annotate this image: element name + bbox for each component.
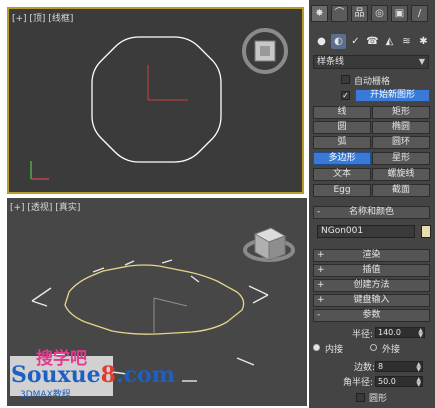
rollout-parameters-label: 参数 bbox=[362, 310, 381, 320]
corner-radius-label: 角半径: bbox=[343, 378, 374, 388]
start-new-shape-checkbox[interactable]: ✓ bbox=[341, 91, 350, 100]
motion-icon[interactable]: ◎ bbox=[371, 5, 388, 22]
object-type-ngon[interactable]: 多边形 bbox=[313, 152, 371, 165]
watermark-num: 8 bbox=[100, 362, 116, 388]
radius-spinner[interactable]: 140.0 ▲ ▼ bbox=[375, 327, 425, 339]
utilities-icon[interactable]: / bbox=[411, 5, 428, 22]
viewport-top[interactable]: [+] [顶] [线框] bbox=[7, 7, 304, 194]
rollout-rendering[interactable]: + 渲染 bbox=[313, 249, 430, 262]
sides-spinner[interactable]: 8 ▲ ▼ bbox=[375, 361, 423, 373]
circumscribed-radio[interactable] bbox=[370, 344, 377, 351]
object-type-donut[interactable]: 圆环 bbox=[372, 136, 430, 149]
name-color-title: 名称和颜色 bbox=[348, 207, 394, 217]
geometry-icon[interactable]: ● bbox=[314, 34, 329, 49]
object-type-rectangle[interactable]: 矩形 bbox=[372, 106, 430, 119]
systems-icon[interactable]: ✱ bbox=[416, 34, 431, 49]
start-new-shape-button[interactable]: 开始新图形 bbox=[355, 89, 430, 102]
spacewarps-icon[interactable]: ≋ bbox=[399, 34, 414, 49]
display-icon[interactable]: ▣ bbox=[391, 5, 408, 22]
name-color-rollout[interactable]: - 名称和颜色 bbox=[313, 206, 430, 219]
rollout-interpolation[interactable]: + 插值 bbox=[313, 264, 430, 277]
lights-icon[interactable]: ✓ bbox=[348, 34, 363, 49]
object-name-field[interactable]: NGon001 bbox=[317, 225, 415, 238]
shape-category-dropdown[interactable]: 样条线 ▼ bbox=[313, 55, 429, 69]
sides-label: 边数: bbox=[354, 363, 376, 373]
create-icon[interactable]: ✸ bbox=[311, 5, 328, 22]
rollout-creation-method[interactable]: + 创建方法 bbox=[313, 279, 430, 292]
watermark-prefix: Souxue bbox=[11, 362, 101, 388]
watermark-logo: 搜学吧 Souxue8.com 3DMAX教程 bbox=[6, 344, 175, 404]
viewport-top-canvas bbox=[30, 28, 288, 180]
rollout-creation-method-label: 创建方法 bbox=[353, 280, 390, 290]
watermark-sub: 3DMAX教程 bbox=[20, 390, 71, 400]
cameras-icon[interactable]: ☎ bbox=[365, 34, 380, 49]
corner-radius-value: 50.0 bbox=[378, 377, 396, 386]
object-type-ellipse[interactable]: 椭圆 bbox=[372, 121, 430, 134]
spinner-arrows-icon[interactable]: ▲ ▼ bbox=[416, 377, 421, 388]
autogrid-checkbox[interactable] bbox=[341, 75, 350, 84]
radius-value: 140.0 bbox=[378, 328, 401, 337]
dropdown-value: 样条线 bbox=[317, 57, 345, 67]
modify-icon[interactable]: ⌒ bbox=[331, 5, 348, 22]
expand-icon: + bbox=[317, 250, 325, 260]
shapes-icon[interactable]: ◐ bbox=[331, 34, 346, 49]
rollout-keyboard-entry[interactable]: + 键盘输入 bbox=[313, 294, 430, 307]
command-panel: ✸ ⌒ 品 ◎ ▣ / ● ◐ ✓ ☎ ◭ ≋ ✱ 样条线 ▼ 自动栅格 ✓ 开… bbox=[309, 0, 435, 408]
radius-label: 半径: bbox=[352, 330, 374, 340]
expand-icon: + bbox=[317, 280, 325, 290]
viewcube-top-icon bbox=[242, 28, 288, 74]
corner-radius-spinner[interactable]: 50.0 ▲ ▼ bbox=[375, 376, 423, 388]
chevron-down-icon: ▼ bbox=[418, 57, 425, 66]
max-window: [+] [顶] [线框] [+] [透视] [真实] ✸ ⌒ 品 ◎ ▣ / ●… bbox=[0, 0, 435, 408]
spinner-arrows-icon[interactable]: ▲ ▼ bbox=[416, 362, 421, 373]
object-type-section[interactable]: 截面 bbox=[372, 184, 430, 197]
object-type-circle[interactable]: 圆 bbox=[313, 121, 371, 134]
command-panel-tabs: ✸ ⌒ 品 ◎ ▣ / bbox=[309, 4, 435, 26]
hierarchy-icon[interactable]: 品 bbox=[351, 5, 368, 22]
collapse-icon: - bbox=[317, 207, 321, 217]
object-type-helix[interactable]: 螺旋线 bbox=[372, 168, 430, 181]
sides-value: 8 bbox=[378, 362, 384, 371]
rollout-interpolation-label: 插值 bbox=[362, 265, 381, 275]
object-type-line[interactable]: 线 bbox=[313, 106, 371, 119]
rollout-rendering-label: 渲染 bbox=[362, 250, 381, 260]
rollout-keyboard-entry-label: 键盘输入 bbox=[353, 295, 390, 305]
expand-icon: + bbox=[317, 265, 325, 275]
autogrid-label: 自动栅格 bbox=[354, 77, 391, 87]
object-type-text[interactable]: 文本 bbox=[313, 168, 371, 181]
inscribed-label: 内接 bbox=[325, 345, 344, 355]
inscribed-radio[interactable] bbox=[313, 344, 320, 351]
expand-icon: + bbox=[317, 295, 325, 305]
object-type-arc[interactable]: 弧 bbox=[313, 136, 371, 149]
helpers-icon[interactable]: ◭ bbox=[382, 34, 397, 49]
object-type-star[interactable]: 星形 bbox=[372, 152, 430, 165]
category-row: ● ◐ ✓ ☎ ◭ ≋ ✱ bbox=[309, 32, 435, 52]
viewcube-perspective-icon bbox=[243, 227, 295, 262]
object-type-egg[interactable]: Egg bbox=[313, 184, 371, 197]
circumscribed-label: 外接 bbox=[382, 345, 401, 355]
rollout-parameters[interactable]: - 参数 bbox=[313, 309, 430, 322]
watermark-main: Souxue8.com bbox=[11, 362, 175, 388]
collapse-icon: - bbox=[317, 310, 321, 320]
circular-checkbox[interactable] bbox=[356, 393, 365, 402]
circular-label: 圆形 bbox=[369, 394, 388, 404]
spinner-arrows-icon[interactable]: ▲ ▼ bbox=[418, 328, 423, 339]
watermark-suffix: .com bbox=[115, 362, 175, 388]
object-color-swatch[interactable] bbox=[421, 225, 431, 238]
